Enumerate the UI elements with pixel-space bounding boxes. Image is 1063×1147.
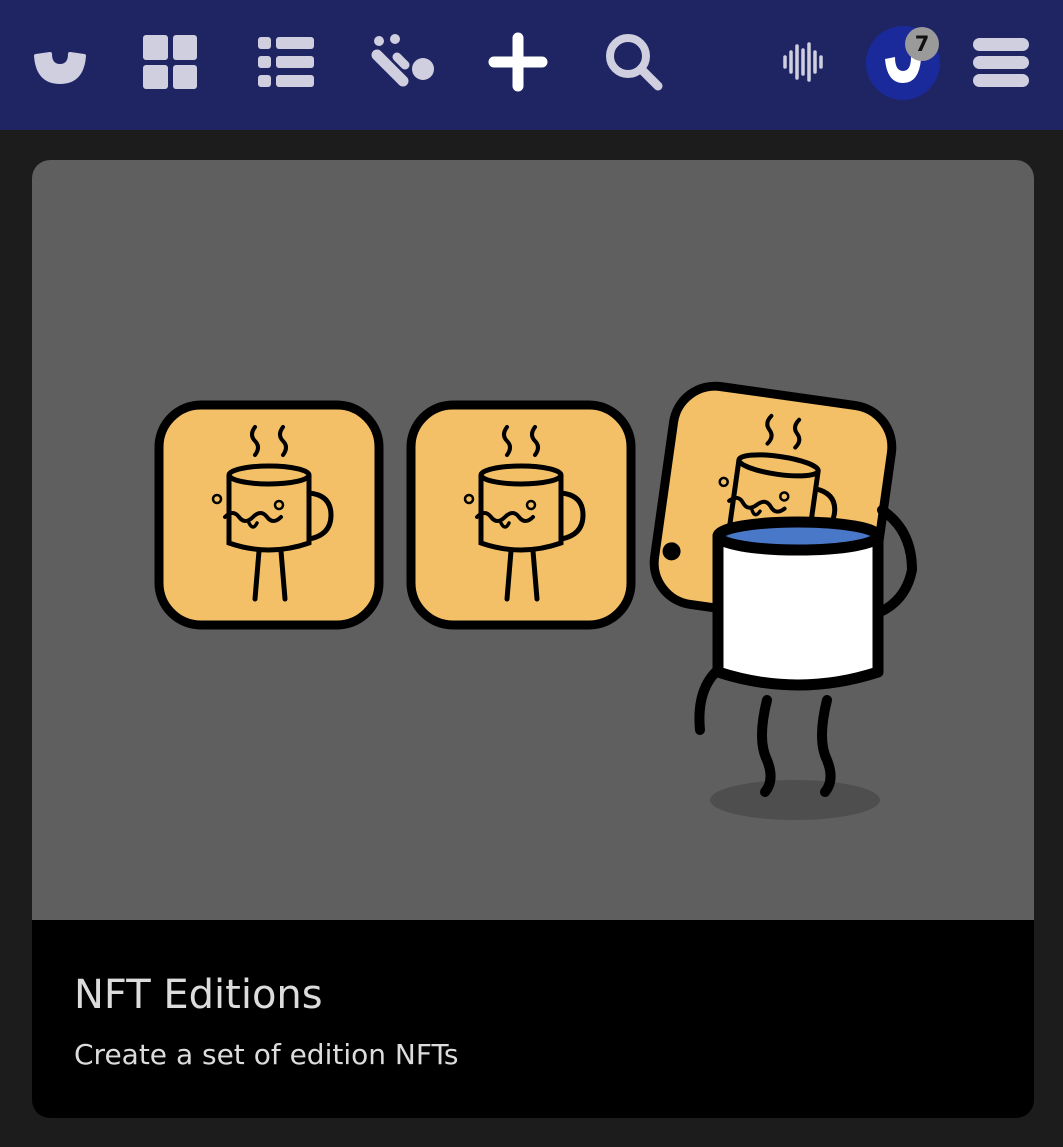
- plus-icon: [488, 32, 548, 92]
- menu-icon: [973, 38, 1029, 87]
- activity-button[interactable]: [364, 24, 440, 100]
- search-icon: [606, 34, 663, 91]
- card-illustration: [32, 160, 1034, 920]
- nft-editions-card[interactable]: NFT Editions Create a set of edition NFT…: [32, 160, 1034, 1118]
- coffee-tile-icon: [406, 400, 636, 630]
- coffee-tile-icon: [154, 400, 384, 630]
- audio-wave-icon: [783, 42, 823, 82]
- create-button[interactable]: [480, 24, 556, 100]
- home-logo-button[interactable]: [22, 24, 98, 100]
- card-subtitle: Create a set of edition NFTs: [74, 1038, 459, 1071]
- top-navigation-bar: 7: [0, 0, 1063, 130]
- notification-count-badge: 7: [905, 27, 939, 61]
- list-button[interactable]: [248, 24, 324, 100]
- dashboard-button[interactable]: [132, 24, 208, 100]
- card-illustration-art: [154, 381, 918, 820]
- activity-icon: [371, 34, 434, 87]
- search-button[interactable]: [596, 24, 672, 100]
- grid-icon: [143, 35, 197, 89]
- audio-button[interactable]: [765, 24, 841, 100]
- mug-character-icon: [694, 505, 918, 820]
- card-title: NFT Editions: [74, 972, 323, 1018]
- list-icon: [258, 37, 314, 87]
- main-menu-button[interactable]: [963, 24, 1039, 100]
- logo-icon: [34, 52, 86, 84]
